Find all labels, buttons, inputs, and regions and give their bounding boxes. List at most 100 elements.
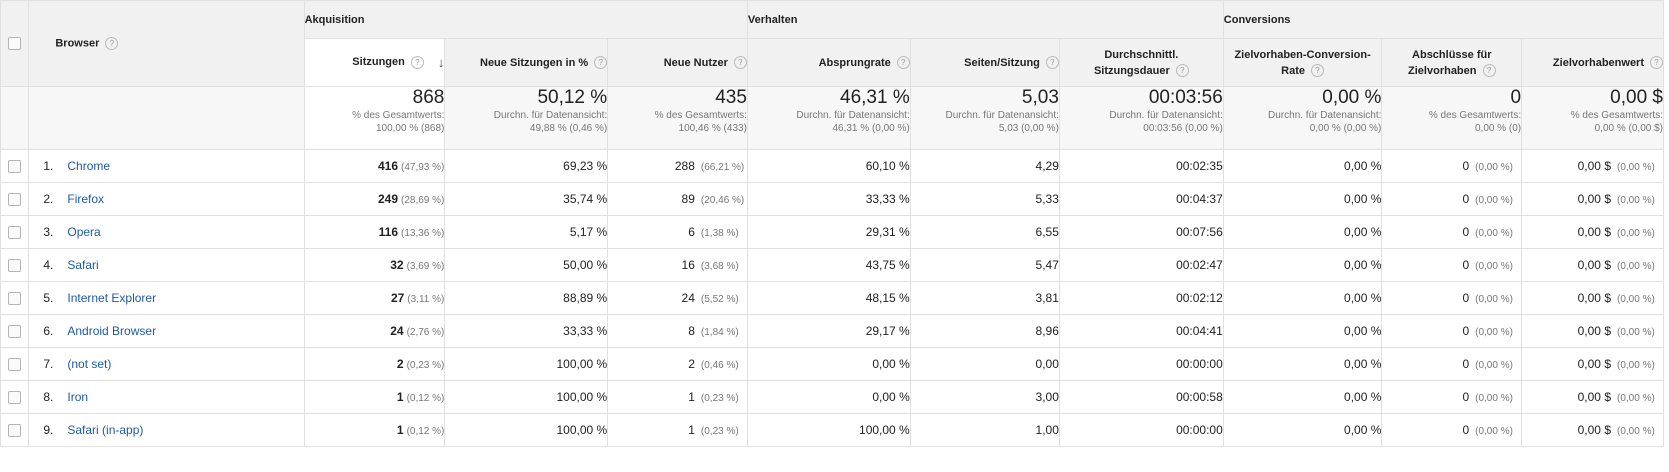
sessions-value: 249 — [377, 192, 398, 206]
new-users-cell: 1 (0,23 %) — [607, 413, 748, 447]
row-checkbox[interactable] — [8, 193, 22, 207]
row-checkbox[interactable] — [8, 325, 22, 339]
goal-completions-percent: (0,00 %) — [1475, 327, 1513, 338]
total-neue-nutzer: 435 % des Gesamtwerts: 100,46 % (433) — [607, 86, 748, 150]
total-caption: % des Gesamtwerts: — [1570, 110, 1663, 121]
help-icon[interactable]: ? — [410, 56, 424, 70]
row-checkbox[interactable] — [8, 424, 22, 438]
col-label-line1: Abschlüsse für — [1412, 48, 1492, 61]
row-index: 3. — [43, 225, 54, 239]
goal-value-value: 0,00 $ — [1577, 390, 1611, 404]
row-checkbox[interactable] — [8, 358, 22, 372]
row-checkbox[interactable] — [8, 259, 22, 273]
bounce-rate-cell: 60,10 % — [746, 149, 911, 183]
pages-per-session-cell: 5,33 — [909, 182, 1060, 216]
col-header-zielvorhabenwert[interactable]: Zielvorhabenwert? — [1521, 38, 1664, 87]
sessions-value: 27 — [390, 291, 405, 305]
total-detail: 5,03 (0,00 %) — [998, 123, 1059, 134]
help-icon[interactable]: ? — [594, 56, 607, 70]
col-label-line2: Rate — [1281, 64, 1306, 77]
goal-completions-value: 0 — [1462, 423, 1470, 437]
bounce-rate-cell: 0,00 % — [746, 347, 911, 381]
sessions-percent: (28,69 %) — [401, 195, 445, 206]
help-icon[interactable]: ? — [1650, 56, 1663, 70]
new-users-value: 16 — [681, 258, 695, 272]
help-icon[interactable]: ? — [1311, 64, 1325, 78]
browser-link[interactable]: Safari (in-app) — [67, 423, 143, 437]
help-icon[interactable]: ? — [105, 37, 119, 50]
col-header-neue-sitzungen[interactable]: Neue Sitzungen in %? — [444, 38, 609, 87]
new-users-percent: (5,52 %) — [700, 294, 739, 305]
total-caption: % des Gesamtwerts: — [1428, 110, 1522, 121]
avg-duration-cell: 00:07:56 — [1058, 215, 1224, 249]
goal-value-cell: 0,00 $ (0,00 %) — [1521, 380, 1664, 414]
new-users-value: 288 — [674, 159, 695, 173]
row-checkbox[interactable] — [8, 226, 22, 240]
table-row: 5. Internet Explorer 27 (3,11 %) 88,89 % 24 (5… — [0, 281, 1664, 315]
total-value: 0,00 % — [1322, 87, 1382, 109]
goal-completions-percent: (0,00 %) — [1475, 261, 1513, 272]
select-all-checkbox[interactable] — [8, 37, 22, 50]
table-row: 3. Opera 116 (13,36 %) 5,17 % 6 (1,38 %) 29,31 … — [0, 215, 1664, 249]
new-sessions-cell: 5,17 % — [444, 215, 609, 249]
help-icon[interactable]: ? — [1482, 64, 1496, 78]
browser-link[interactable]: Opera — [67, 225, 100, 239]
row-checkbox[interactable] — [8, 160, 22, 174]
browser-link[interactable]: Iron — [67, 390, 88, 404]
goal-value-percent: (0,00 %) — [1617, 195, 1655, 206]
goal-value-percent: (0,00 %) — [1617, 294, 1655, 305]
help-icon[interactable]: ? — [1045, 56, 1059, 70]
goal-completions-percent: (0,00 %) — [1475, 360, 1513, 371]
sessions-percent: (2,76 %) — [406, 327, 445, 338]
browser-link[interactable]: Android Browser — [67, 324, 156, 338]
sessions-percent: (0,12 %) — [406, 393, 445, 404]
sessions-value: 32 — [390, 258, 404, 272]
browser-cell: 9. Safari (in-app) — [28, 413, 305, 447]
total-conversion-rate: 0,00 % Durchn. für Datenansicht: 0,00 % … — [1222, 86, 1383, 150]
browser-link[interactable]: Internet Explorer — [67, 291, 156, 305]
browser-link[interactable]: Safari — [67, 258, 98, 272]
col-header-sitzungen[interactable]: Sitzungen? ↓ — [303, 38, 446, 87]
pages-per-session-cell: 4,29 — [909, 149, 1060, 183]
col-header-conversion-rate[interactable]: Zielvorhaben-Conversion- Rate? — [1222, 38, 1383, 87]
total-abschluesse: 0 % des Gesamtwerts: 0,00 % (0) — [1381, 86, 1523, 150]
total-sitzungen: 868 % des Gesamtwerts: 100,00 % (868) — [303, 86, 446, 150]
select-all-cell — [0, 0, 30, 87]
row-checkbox[interactable] — [8, 292, 22, 306]
total-caption: % des Gesamtwerts: — [352, 110, 445, 121]
col-header-absprungrate[interactable]: Absprungrate? — [746, 38, 911, 87]
col-label: Neue Nutzer — [663, 56, 728, 69]
total-detail: 100,46 % (433) — [678, 123, 747, 134]
col-header-neue-nutzer[interactable]: Neue Nutzer? — [607, 38, 748, 87]
help-icon[interactable]: ? — [733, 56, 747, 70]
browser-link[interactable]: (not set) — [67, 357, 111, 371]
col-header-seiten-sitzung[interactable]: Seiten/Sitzung? — [909, 38, 1060, 87]
pages-per-session-cell: 3,00 — [909, 380, 1060, 414]
browser-link[interactable]: Chrome — [67, 159, 110, 173]
new-users-value: 2 — [688, 357, 695, 371]
help-icon[interactable]: ? — [1175, 64, 1189, 78]
sessions-value: 1 — [396, 423, 404, 437]
new-users-cell: 89 (20,46 %) — [607, 182, 748, 216]
browser-cell: 8. Iron — [28, 380, 305, 414]
conversion-rate-cell: 0,00 % — [1222, 347, 1383, 381]
table-row: 1. Chrome 416 (47,93 %) 69,23 % 288 (66,21 %) 6… — [0, 149, 1664, 183]
table-row: 4. Safari 32 (3,69 %) 50,00 % 16 (3,68 %) 43,75… — [0, 248, 1664, 282]
browser-link[interactable]: Firefox — [67, 192, 104, 206]
row-checkbox[interactable] — [8, 391, 22, 405]
row-index: 4. — [43, 258, 54, 272]
goal-completions-percent: (0,00 %) — [1475, 426, 1513, 437]
total-detail: 49,88 % (0,46 %) — [529, 123, 608, 134]
sort-descending-icon[interactable]: ↓ — [438, 55, 444, 71]
goal-completions-value: 0 — [1462, 390, 1470, 404]
help-icon[interactable]: ? — [896, 56, 910, 70]
total-value: 868 — [412, 87, 445, 109]
goal-value-cell: 0,00 $ (0,00 %) — [1521, 248, 1664, 282]
bounce-rate-cell: 0,00 % — [746, 380, 911, 414]
dimension-header[interactable]: Browser? — [28, 0, 305, 87]
browser-cell: 4. Safari — [28, 248, 305, 282]
col-header-sitzungsdauer[interactable]: Durchschnittl. Sitzungsdauer? — [1058, 38, 1224, 87]
col-header-abschluesse[interactable]: Abschlüsse für Zielvorhaben? — [1381, 38, 1523, 87]
goal-completions-cell: 0 (0,00 %) — [1381, 413, 1523, 447]
goal-completions-value: 0 — [1462, 192, 1470, 206]
